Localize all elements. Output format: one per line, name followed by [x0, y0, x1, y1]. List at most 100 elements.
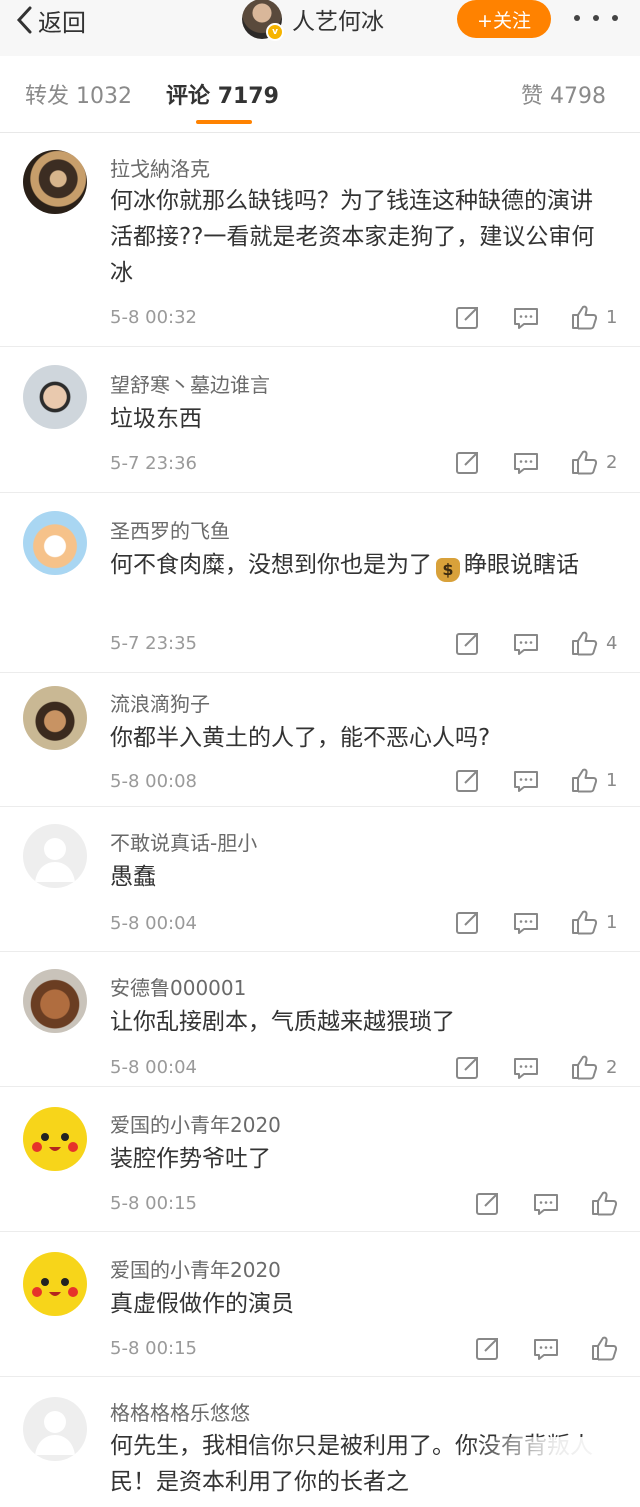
comment-item: 圣西罗的飞鱼 何不食肉糜，没想到你也是为了 $ 睁眼说瞎话 5-7 23:35 4 [0, 493, 640, 673]
tab-label: 评论 [166, 84, 211, 109]
comment-username[interactable]: 望舒寒丶墓边谁言 [110, 369, 270, 398]
comment-text: 让你乱接剧本，气质越来越猥琐了 [110, 1009, 455, 1035]
avatar[interactable] [23, 511, 87, 575]
avatar[interactable] [23, 1107, 87, 1171]
comment-time: 5-8 00:04 [110, 1057, 197, 1078]
top-bar: 返回 v 人艺何冰 +关注 [0, 0, 640, 56]
comment-icon[interactable] [512, 766, 540, 794]
more-dots-icon[interactable] [574, 8, 618, 28]
share-icon[interactable] [454, 629, 482, 657]
default-avatar-icon [35, 1411, 75, 1455]
thumb-up-icon [572, 305, 598, 330]
comment-text: 装腔作势爷吐了 [110, 1146, 271, 1172]
comment-username[interactable]: 流浪滴狗子 [110, 688, 210, 717]
comment-actions [474, 1334, 640, 1362]
comment-item: 流浪滴狗子 你都半入黄土的人了，能不恶心人吗? 5-8 00:08 1 [0, 673, 640, 807]
thumb-up-icon [592, 1336, 618, 1361]
avatar[interactable] [23, 969, 87, 1033]
active-tab-indicator [196, 120, 252, 124]
comment-text: 真虚假做作的演员 [110, 1291, 294, 1317]
comment-text: 何冰你就那么缺钱吗？为了钱连这种缺德的演讲活都接??一看就是老资本家走狗了，建议… [110, 188, 595, 286]
like-button[interactable]: 4 [570, 629, 618, 657]
tab-count: 7179 [217, 84, 279, 109]
like-button[interactable] [590, 1189, 618, 1217]
share-icon[interactable] [474, 1334, 502, 1362]
share-icon[interactable] [454, 1053, 482, 1081]
pikachu-avatar-icon [32, 1133, 78, 1152]
avatar[interactable] [23, 365, 87, 429]
avatar[interactable] [23, 686, 87, 750]
thumb-up-icon [572, 910, 598, 935]
avatar[interactable] [23, 824, 87, 888]
default-avatar-icon [35, 838, 75, 882]
comment-icon[interactable] [532, 1189, 560, 1217]
avatar[interactable]: v [242, 0, 284, 41]
comment-username[interactable]: 圣西罗的飞鱼 [110, 515, 230, 544]
like-count: 1 [606, 911, 618, 933]
money-bag-emoji: $ [436, 558, 460, 582]
tab-likes[interactable]: 赞 4798 [521, 78, 606, 110]
comment-text-part: 睁眼说瞎话 [464, 552, 579, 578]
like-button[interactable]: 2 [570, 448, 618, 476]
share-icon[interactable] [474, 1189, 502, 1217]
tab-label: 赞 [521, 84, 544, 109]
share-icon[interactable] [454, 448, 482, 476]
like-button[interactable] [590, 1334, 618, 1362]
back-label: 返回 [38, 8, 86, 37]
comment-text: 何不食肉糜，没想到你也是为了 $ 睁眼说瞎话 [110, 547, 610, 583]
comment-text: 愚蠢 [110, 864, 156, 890]
thumb-up-icon [592, 1191, 618, 1216]
comment-item: 拉戈納洛克 何冰你就那么缺钱吗？为了钱连这种缺德的演讲活都接??一看就是老资本家… [0, 133, 640, 347]
comment-time: 5-8 00:15 [110, 1338, 197, 1359]
comment-list: 拉戈納洛克 何冰你就那么缺钱吗？为了钱连这种缺德的演讲活都接??一看就是老资本家… [0, 133, 640, 1507]
like-button[interactable]: 1 [570, 766, 618, 794]
comment-item: 不敢说真话-胆小 愚蠢 5-8 00:04 1 [0, 807, 640, 952]
comment-icon[interactable] [512, 629, 540, 657]
follow-button[interactable]: +关注 [457, 0, 551, 38]
avatar[interactable] [23, 150, 87, 214]
tab-reposts[interactable]: 转发 1032 [25, 78, 132, 110]
share-icon[interactable] [454, 766, 482, 794]
tab-comments[interactable]: 评论 7179 [166, 78, 279, 110]
comment-actions: 2 [454, 1053, 640, 1081]
like-count: 1 [606, 306, 618, 328]
pikachu-avatar-icon [32, 1278, 78, 1297]
like-button[interactable]: 1 [570, 908, 618, 936]
tab-label: 转发 [25, 84, 70, 109]
comment-time: 5-7 23:35 [110, 633, 197, 654]
comment-icon[interactable] [512, 1053, 540, 1081]
comment-username[interactable]: 拉戈納洛克 [110, 153, 210, 182]
comment-username[interactable]: 爱国的小青年2020 [110, 1109, 281, 1138]
comment-item: 格格格格乐悠悠 何先生，我相信你只是被利用了。你没有背叛人民！是资本利用了你的长… [0, 1377, 640, 1507]
comment-actions: 1 [454, 303, 640, 331]
avatar[interactable] [23, 1397, 87, 1461]
comment-item: 望舒寒丶墓边谁言 垃圾东西 5-7 23:36 2 [0, 347, 640, 493]
like-button[interactable]: 1 [570, 303, 618, 331]
profile-title[interactable]: v 人艺何冰 [242, 0, 384, 41]
avatar[interactable] [23, 1252, 87, 1316]
like-count: 2 [606, 451, 618, 473]
comment-username[interactable]: 爱国的小青年2020 [110, 1254, 281, 1283]
comment-icon[interactable] [532, 1334, 560, 1362]
like-count: 2 [606, 1056, 618, 1078]
comment-icon[interactable] [512, 908, 540, 936]
like-button[interactable]: 2 [570, 1053, 618, 1081]
comment-icon[interactable] [512, 303, 540, 331]
comment-item: 爱国的小青年2020 装腔作势爷吐了 5-8 00:15 [0, 1087, 640, 1232]
chevron-left-icon [16, 6, 32, 34]
comment-username[interactable]: 安德鲁000001 [110, 972, 246, 1001]
comment-item: 安德鲁000001 让你乱接剧本，气质越来越猥琐了 5-8 00:04 2 [0, 952, 640, 1087]
comment-username[interactable]: 不敢说真话-胆小 [110, 827, 257, 856]
like-count: 4 [606, 632, 618, 654]
share-icon[interactable] [454, 303, 482, 331]
back-button[interactable]: 返回 [14, 2, 86, 38]
text-fade-overlay [470, 1437, 640, 1507]
comment-icon[interactable] [512, 448, 540, 476]
comment-time: 5-8 00:04 [110, 913, 197, 934]
like-count: 1 [606, 769, 618, 791]
share-icon[interactable] [454, 908, 482, 936]
thumb-up-icon [572, 768, 598, 793]
comment-text: 垃圾东西 [110, 406, 202, 432]
comment-username[interactable]: 格格格格乐悠悠 [110, 1397, 250, 1426]
comment-time: 5-8 00:32 [110, 307, 197, 328]
